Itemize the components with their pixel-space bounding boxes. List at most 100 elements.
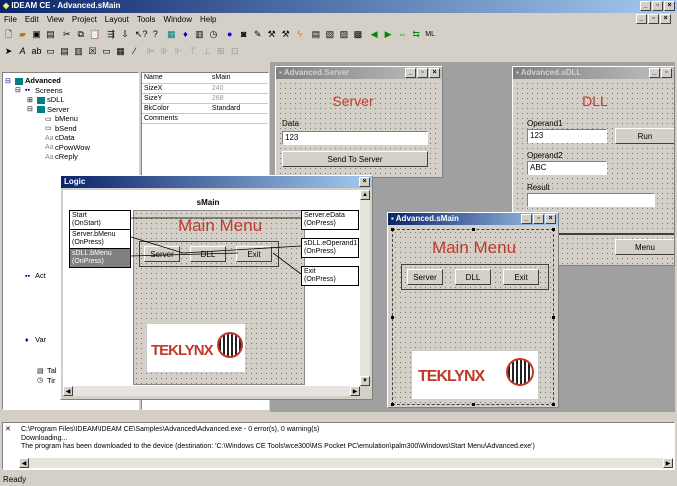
- tree-item-act[interactable]: ▪▪ Act: [25, 271, 46, 281]
- tree-item-cpowwow[interactable]: AacPowWow: [5, 143, 138, 153]
- tools-icon[interactable]: ⚒: [265, 28, 278, 41]
- new-icon[interactable]: 🗋: [2, 28, 15, 41]
- menu-window[interactable]: Window: [160, 14, 196, 26]
- scroll-right-icon[interactable]: ▶: [350, 386, 360, 396]
- list-icon[interactable]: ▤: [58, 45, 71, 58]
- resize-handle[interactable]: [472, 228, 475, 231]
- prop-row-comments[interactable]: Comments: [142, 113, 268, 124]
- resize-handle[interactable]: [552, 403, 555, 406]
- child-minimize-button[interactable]: _: [636, 14, 647, 24]
- menu-file[interactable]: File: [0, 14, 21, 26]
- tree-item-bsend[interactable]: ▭ bSend: [5, 124, 138, 134]
- minimize-button[interactable]: _: [405, 68, 416, 78]
- menu-edit[interactable]: Edit: [21, 14, 43, 26]
- menu-tools[interactable]: Tools: [133, 14, 160, 26]
- tools2-icon[interactable]: ⚒: [279, 28, 292, 41]
- scroll-down-icon[interactable]: ▼: [360, 376, 370, 386]
- resize-handle[interactable]: [552, 228, 555, 231]
- label-icon[interactable]: A: [16, 45, 29, 58]
- smain-exit-button[interactable]: Exit: [503, 269, 539, 285]
- child-close-button[interactable]: ×: [660, 14, 671, 24]
- screen-icon[interactable]: ▦: [165, 28, 178, 41]
- lightning-icon[interactable]: ϟ: [293, 28, 306, 41]
- minimize-button[interactable]: _: [640, 1, 651, 11]
- operand1-field[interactable]: 123: [527, 129, 607, 143]
- help-icon[interactable]: ?: [149, 28, 162, 41]
- tree-item-cdata[interactable]: AacData: [5, 133, 138, 143]
- open-icon[interactable]: ▰: [16, 28, 29, 41]
- output-hscrollbar[interactable]: ◀ ▶: [19, 458, 673, 468]
- resize-handle[interactable]: [552, 316, 555, 319]
- pointer-icon[interactable]: ➤: [2, 45, 15, 58]
- child-restore-button[interactable]: ▫: [648, 14, 659, 24]
- menu-project[interactable]: Project: [68, 14, 101, 26]
- prop-row-sizey[interactable]: SizeY 268: [142, 93, 268, 104]
- tree-item-screens[interactable]: ⊟ ▪▪ Screens: [5, 86, 138, 96]
- resize-handle[interactable]: [391, 403, 394, 406]
- grid-icon[interactable]: ▥: [193, 28, 206, 41]
- maximize-button[interactable]: ▫: [652, 1, 663, 11]
- resize-handle[interactable]: [472, 403, 475, 406]
- menu-view[interactable]: View: [43, 14, 68, 26]
- prop-row-sizex[interactable]: SizeX 240: [142, 83, 268, 94]
- scroll-left-icon[interactable]: ◀: [19, 458, 29, 468]
- arrow-both-icon[interactable]: ⇔: [396, 28, 409, 41]
- center-icon[interactable]: ⊡: [228, 45, 241, 58]
- tree-item-tir[interactable]: ◷ Tir: [37, 376, 57, 386]
- menu-button[interactable]: Menu: [615, 239, 674, 255]
- var-icon[interactable]: ♦: [179, 28, 192, 41]
- frame-icon[interactable]: ▭: [100, 45, 113, 58]
- scroll-left-icon[interactable]: ◀: [63, 386, 73, 396]
- menu-help[interactable]: Help: [196, 14, 220, 26]
- pen-icon[interactable]: ✎: [251, 28, 264, 41]
- form1-icon[interactable]: ▤: [309, 28, 322, 41]
- copy-icon[interactable]: ⧉: [74, 28, 87, 41]
- maximize-button[interactable]: ▫: [661, 68, 672, 78]
- smain-dll-button[interactable]: DLL: [455, 269, 491, 285]
- align-top-icon[interactable]: ⊤: [186, 45, 199, 58]
- align-right-icon[interactable]: ⊩: [172, 45, 185, 58]
- send-to-server-button[interactable]: Send To Server: [282, 151, 428, 167]
- button-icon[interactable]: ▭: [44, 45, 57, 58]
- scroll-up-icon[interactable]: ▲: [360, 190, 370, 200]
- combo-icon[interactable]: ▥: [72, 45, 85, 58]
- line-icon[interactable]: ⁄: [128, 45, 141, 58]
- minimize-button[interactable]: _: [649, 68, 660, 78]
- close-button[interactable]: ×: [359, 177, 370, 187]
- cut-icon[interactable]: ✂: [60, 28, 73, 41]
- help-pointer-icon[interactable]: ↖?: [135, 28, 148, 41]
- pin-icon[interactable]: ✕: [5, 425, 11, 433]
- logic-vscrollbar[interactable]: ▲ ▼: [360, 190, 370, 386]
- minimize-button[interactable]: _: [521, 214, 532, 224]
- tree-item-creply[interactable]: AacReply: [5, 152, 138, 162]
- arrow-left-icon[interactable]: ◀: [368, 28, 381, 41]
- paste-icon[interactable]: 📋: [88, 28, 101, 41]
- logic-hscrollbar[interactable]: ◀ ▶: [63, 386, 360, 396]
- comm-icon[interactable]: ◙: [237, 28, 250, 41]
- form2-icon[interactable]: ▧: [323, 28, 336, 41]
- same-size-icon[interactable]: ⊞: [214, 45, 227, 58]
- close-button[interactable]: ×: [545, 214, 556, 224]
- align-left-icon[interactable]: ⊫: [144, 45, 157, 58]
- check-icon[interactable]: ☒: [86, 45, 99, 58]
- resize-handle[interactable]: [391, 316, 394, 319]
- maximize-button[interactable]: ▫: [533, 214, 544, 224]
- close-button[interactable]: ×: [429, 68, 440, 78]
- ml-icon[interactable]: ML: [424, 28, 437, 41]
- picture-icon[interactable]: ▦: [114, 45, 127, 58]
- smain-server-button[interactable]: Server: [407, 269, 443, 285]
- download-icon[interactable]: ⇩: [118, 28, 131, 41]
- menu-layout[interactable]: Layout: [101, 14, 133, 26]
- tree-item-var[interactable]: ♦ Var: [25, 335, 46, 345]
- tree-item-bmenu[interactable]: ▭ bMenu: [5, 114, 138, 124]
- align-center-icon[interactable]: ⊪: [158, 45, 171, 58]
- save-all-icon[interactable]: ▤: [44, 28, 57, 41]
- save-icon[interactable]: ▣: [30, 28, 43, 41]
- operand2-field[interactable]: ABC: [527, 161, 607, 175]
- tree-item-advanced[interactable]: ⊟ Advanced: [5, 76, 138, 86]
- run-button[interactable]: Run: [615, 128, 674, 144]
- prop-row-name[interactable]: Name sMain: [142, 73, 268, 84]
- arrow-more-icon[interactable]: ⇆: [410, 28, 423, 41]
- close-button[interactable]: ×: [664, 1, 675, 11]
- tree-item-server[interactable]: ⊟ Server: [5, 105, 138, 115]
